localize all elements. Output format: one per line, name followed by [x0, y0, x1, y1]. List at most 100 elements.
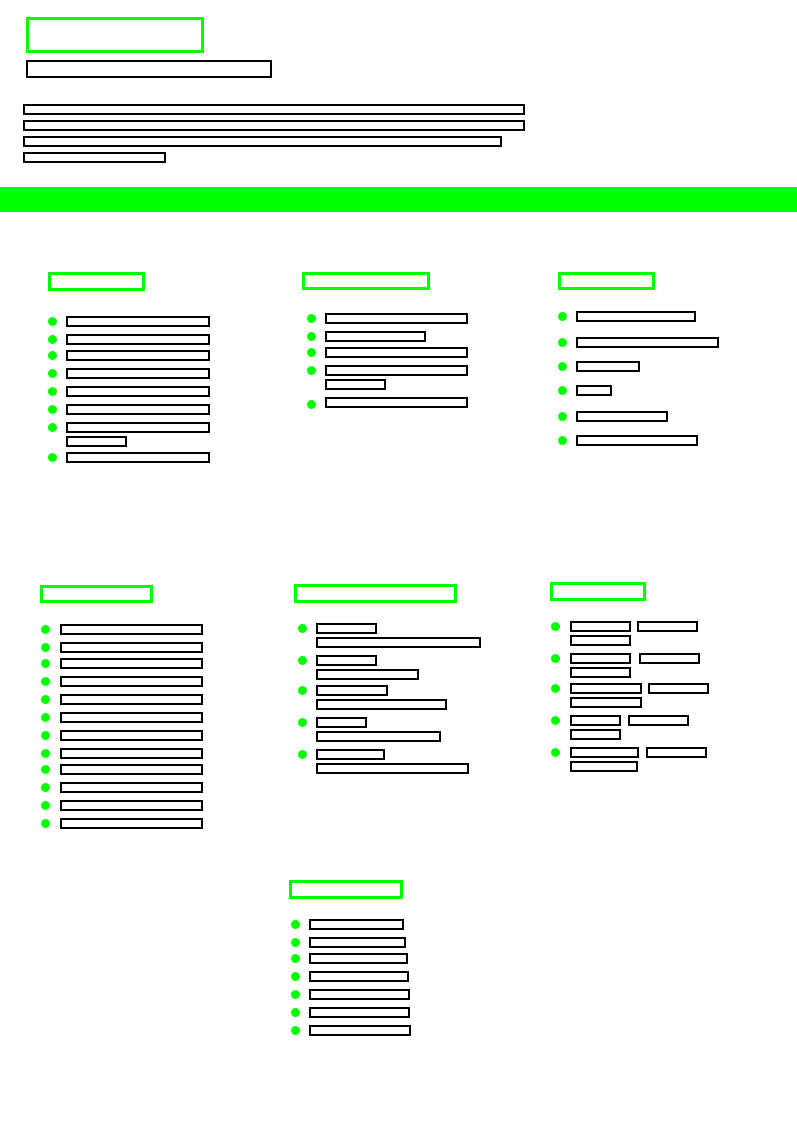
- bullet-icon: [558, 436, 567, 445]
- bullet-icon: [41, 731, 50, 740]
- bullet-icon: [551, 654, 560, 663]
- bullet-icon: [291, 1008, 300, 1017]
- bullet-icon: [41, 643, 50, 652]
- bullet-icon: [41, 819, 50, 828]
- list-item-text-placeholder: [309, 1025, 411, 1036]
- bullet-icon: [307, 314, 316, 323]
- list-item-text-placeholder: [570, 715, 621, 726]
- title-placeholder: [26, 17, 204, 53]
- list-item-text-placeholder: [570, 653, 631, 664]
- subtitle-placeholder: [26, 60, 272, 78]
- list-item-text-placeholder: [316, 749, 385, 760]
- bullet-icon: [558, 338, 567, 347]
- section-heading-placeholder: [550, 582, 646, 601]
- list-item-text-placeholder: [66, 404, 210, 415]
- list-item-text-placeholder: [570, 729, 621, 740]
- list-item-text-placeholder: [570, 667, 631, 678]
- list-item-text-placeholder: [325, 347, 468, 358]
- bullet-icon: [41, 801, 50, 810]
- list-item-text-placeholder: [316, 731, 441, 742]
- list-item-text-placeholder: [576, 311, 696, 322]
- list-item-text-placeholder: [309, 971, 409, 982]
- list-item-text-placeholder: [60, 800, 203, 811]
- list-item-text-placeholder: [316, 637, 481, 648]
- bullet-icon: [48, 317, 57, 326]
- list-item-text-placeholder: [309, 953, 408, 964]
- paragraph-line-placeholder: [23, 152, 166, 163]
- bullet-icon: [307, 366, 316, 375]
- list-item-text-placeholder: [316, 623, 377, 634]
- bullet-icon: [298, 718, 307, 727]
- list-item-text-placeholder: [570, 635, 631, 646]
- list-item-text-placeholder: [66, 350, 210, 361]
- bullet-icon: [41, 783, 50, 792]
- list-item-text-placeholder: [60, 676, 203, 687]
- section-heading-placeholder: [558, 272, 655, 290]
- list-item-text-placeholder: [570, 697, 642, 708]
- bullet-icon: [298, 624, 307, 633]
- bullet-icon: [291, 972, 300, 981]
- bullet-icon: [48, 369, 57, 378]
- list-item-text-placeholder: [576, 411, 668, 422]
- bullet-icon: [298, 686, 307, 695]
- list-item-text-placeholder: [325, 313, 468, 324]
- bullet-icon: [41, 625, 50, 634]
- bullet-icon: [558, 362, 567, 371]
- list-item-text-placeholder: [570, 683, 642, 694]
- list-item-text-placeholder: [570, 747, 639, 758]
- list-item-text-placeholder: [325, 379, 386, 390]
- bullet-icon: [291, 1026, 300, 1035]
- list-item-text-placeholder: [576, 337, 719, 348]
- bullet-icon: [291, 954, 300, 963]
- list-item-text-placeholder: [325, 365, 468, 376]
- list-item-text-placeholder: [309, 989, 410, 1000]
- bullet-icon: [41, 765, 50, 774]
- list-item-text-placeholder: [60, 642, 203, 653]
- bullet-icon: [41, 695, 50, 704]
- list-item-text-placeholder: [66, 368, 210, 379]
- list-item-text-placeholder: [648, 683, 709, 694]
- list-item-text-placeholder: [316, 685, 388, 696]
- bullet-icon: [48, 405, 57, 414]
- list-item-text-placeholder: [316, 655, 377, 666]
- section-divider-bar: [0, 187, 797, 212]
- bullet-icon: [298, 656, 307, 665]
- bullet-icon: [48, 453, 57, 462]
- list-item-text-placeholder: [637, 621, 698, 632]
- list-item-text-placeholder: [309, 919, 404, 930]
- bullet-icon: [551, 622, 560, 631]
- list-item-text-placeholder: [66, 334, 210, 345]
- list-item-text-placeholder: [60, 712, 203, 723]
- bullet-icon: [558, 312, 567, 321]
- list-item-text-placeholder: [66, 316, 210, 327]
- bullet-icon: [41, 677, 50, 686]
- list-item-text-placeholder: [576, 385, 612, 396]
- list-item-text-placeholder: [309, 1007, 410, 1018]
- bullet-icon: [307, 400, 316, 409]
- section-heading-placeholder: [48, 272, 145, 291]
- list-item-text-placeholder: [576, 435, 698, 446]
- list-item-text-placeholder: [316, 717, 367, 728]
- bullet-icon: [48, 351, 57, 360]
- paragraph-line-placeholder: [23, 120, 525, 131]
- list-item-text-placeholder: [576, 361, 640, 372]
- bullet-icon: [558, 412, 567, 421]
- bullet-icon: [48, 335, 57, 344]
- bullet-icon: [558, 386, 567, 395]
- list-item-text-placeholder: [60, 748, 203, 759]
- bullet-icon: [551, 716, 560, 725]
- list-item-text-placeholder: [66, 386, 210, 397]
- list-item-text-placeholder: [570, 761, 638, 772]
- bullet-icon: [48, 423, 57, 432]
- bullet-icon: [307, 332, 316, 341]
- list-item-text-placeholder: [60, 624, 203, 635]
- list-item-text-placeholder: [60, 730, 203, 741]
- list-item-text-placeholder: [316, 763, 469, 774]
- section-heading-placeholder: [302, 272, 430, 290]
- list-item-text-placeholder: [316, 669, 419, 680]
- bullet-icon: [291, 990, 300, 999]
- list-item-text-placeholder: [646, 747, 707, 758]
- list-item-text-placeholder: [60, 782, 203, 793]
- section-heading-placeholder: [289, 880, 403, 899]
- list-item-text-placeholder: [309, 937, 406, 948]
